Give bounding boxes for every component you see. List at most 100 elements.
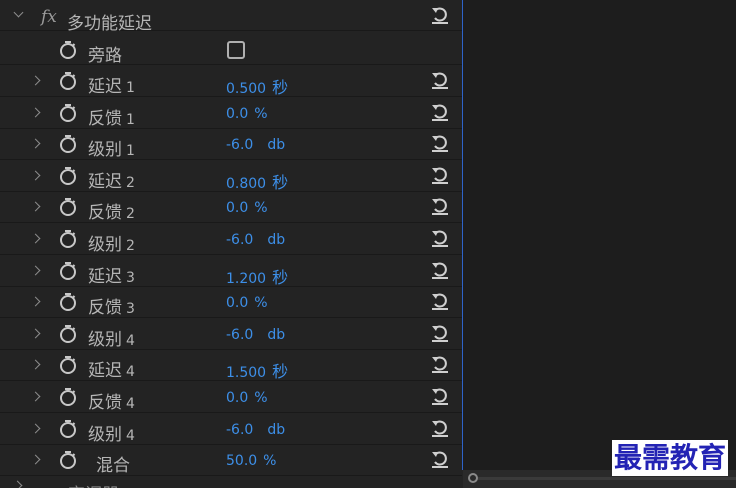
param-value-number[interactable]: 0.500	[226, 81, 266, 97]
stopwatch-icon[interactable]	[59, 71, 77, 91]
param-index: 1	[126, 112, 135, 128]
expand-chevron-icon[interactable]	[30, 265, 41, 276]
collapse-chevron-icon[interactable]	[13, 7, 24, 18]
stopwatch-icon[interactable]	[59, 450, 77, 470]
effect-title: 多功能延迟	[67, 14, 152, 34]
param-value[interactable]: 1.500 秒	[226, 358, 288, 382]
stopwatch-icon[interactable]	[59, 292, 77, 312]
param-value-number[interactable]: 0.0	[226, 295, 248, 311]
reset-icon[interactable]	[430, 323, 450, 343]
stopwatch-icon[interactable]	[59, 166, 77, 186]
param-value-number[interactable]: 1.200	[226, 271, 266, 287]
expand-chevron-icon[interactable]	[30, 233, 41, 244]
param-value[interactable]: 0.800 秒	[226, 169, 288, 193]
stopwatch-icon[interactable]	[59, 355, 77, 375]
param-unit: db	[267, 422, 286, 438]
expand-chevron-icon[interactable]	[30, 328, 41, 339]
param-name: 级别	[88, 425, 122, 445]
reset-icon[interactable]	[430, 228, 450, 248]
stopwatch-icon[interactable]	[59, 40, 77, 60]
param-row: 反馈 3 0.0%	[0, 287, 462, 318]
param-unit: %	[254, 200, 268, 216]
param-label: 延迟 4	[88, 356, 135, 381]
stopwatch-icon[interactable]	[59, 387, 77, 407]
expand-chevron-icon[interactable]	[30, 454, 41, 465]
scroll-track[interactable]	[478, 477, 736, 480]
param-row: 延迟 4 1.500 秒	[0, 350, 462, 381]
param-value-number[interactable]: 0.0	[226, 200, 248, 216]
effect-controls-panel: fx 多功能延迟 旁路 延迟 1 0.500 秒反馈 1 0.0% 级别 1 -6.0 db 延迟 2…	[0, 0, 462, 488]
reset-icon[interactable]	[430, 133, 450, 153]
stopwatch-icon[interactable]	[59, 229, 77, 249]
param-row: 延迟 2 0.800 秒	[0, 161, 462, 192]
param-value[interactable]: 0.0%	[226, 200, 268, 216]
bypass-checkbox[interactable]	[227, 41, 245, 59]
param-value[interactable]: 0.0%	[226, 106, 268, 122]
reset-icon[interactable]	[430, 5, 450, 25]
param-value-number[interactable]: -6.0	[226, 422, 253, 438]
param-index: 1	[126, 80, 135, 96]
param-row: 混合 50.0%	[0, 445, 462, 476]
scroll-handle[interactable]	[468, 473, 478, 483]
next-effect-label: 变调器	[68, 480, 119, 488]
reset-icon[interactable]	[430, 165, 450, 185]
reset-icon[interactable]	[430, 418, 450, 438]
param-value-number[interactable]: 50.0	[226, 453, 257, 469]
param-index: 4	[126, 428, 135, 444]
reset-icon[interactable]	[430, 354, 450, 374]
expand-chevron-icon[interactable]	[30, 107, 41, 118]
stopwatch-icon[interactable]	[59, 103, 77, 123]
param-value-number[interactable]: -6.0	[226, 137, 253, 153]
param-name: 反馈	[88, 203, 122, 223]
reset-icon[interactable]	[430, 70, 450, 90]
param-label: 反馈 3	[88, 293, 135, 318]
expand-chevron-icon[interactable]	[30, 391, 41, 402]
stopwatch-icon[interactable]	[59, 261, 77, 281]
playhead-line[interactable]	[462, 0, 463, 470]
expand-chevron-icon[interactable]	[30, 359, 41, 370]
param-unit: db	[267, 232, 286, 248]
stopwatch-icon[interactable]	[59, 419, 77, 439]
param-value[interactable]: 50.0%	[226, 453, 276, 469]
param-label: 级别 4	[88, 325, 135, 350]
expand-chevron-icon[interactable]	[30, 75, 41, 86]
param-value-number[interactable]: -6.0	[226, 232, 253, 248]
fx-icon[interactable]: fx	[41, 7, 57, 27]
param-value-number[interactable]: 0.0	[226, 390, 248, 406]
param-value-number[interactable]: 1.500	[226, 365, 266, 381]
param-name: 级别	[88, 140, 122, 160]
expand-chevron-icon[interactable]	[30, 201, 41, 212]
param-value[interactable]: -6.0 db	[226, 232, 285, 248]
param-value-number[interactable]: 0.800	[226, 176, 266, 192]
expand-chevron-icon[interactable]	[30, 170, 41, 181]
param-index: 4	[126, 396, 135, 412]
expand-chevron-icon[interactable]	[12, 480, 23, 488]
param-value-number[interactable]: -6.0	[226, 327, 253, 343]
param-label: 混合	[96, 451, 134, 476]
param-value[interactable]: 0.0%	[226, 390, 268, 406]
expand-chevron-icon[interactable]	[30, 296, 41, 307]
param-label: 反馈 4	[88, 388, 135, 413]
param-value[interactable]: -6.0 db	[226, 327, 285, 343]
param-value[interactable]: 0.500 秒	[226, 74, 288, 98]
reset-icon[interactable]	[430, 196, 450, 216]
reset-icon[interactable]	[430, 449, 450, 469]
expand-chevron-icon[interactable]	[30, 423, 41, 434]
reset-icon[interactable]	[430, 260, 450, 280]
stopwatch-icon[interactable]	[59, 134, 77, 154]
param-label: 级别 2	[88, 230, 135, 255]
param-value[interactable]: 0.0%	[226, 295, 268, 311]
param-value-number[interactable]: 0.0	[226, 106, 248, 122]
timeline-area[interactable]	[463, 0, 736, 470]
effect-header-row[interactable]: fx 多功能延迟	[0, 0, 462, 34]
stopwatch-icon[interactable]	[59, 324, 77, 344]
stopwatch-icon[interactable]	[59, 197, 77, 217]
reset-icon[interactable]	[430, 386, 450, 406]
param-value[interactable]: 1.200 秒	[226, 264, 288, 288]
expand-chevron-icon[interactable]	[30, 138, 41, 149]
reset-icon[interactable]	[430, 291, 450, 311]
param-value[interactable]: -6.0 db	[226, 422, 285, 438]
next-effect-row[interactable]: 变调器	[0, 476, 462, 488]
reset-icon[interactable]	[430, 102, 450, 122]
param-value[interactable]: -6.0 db	[226, 137, 285, 153]
